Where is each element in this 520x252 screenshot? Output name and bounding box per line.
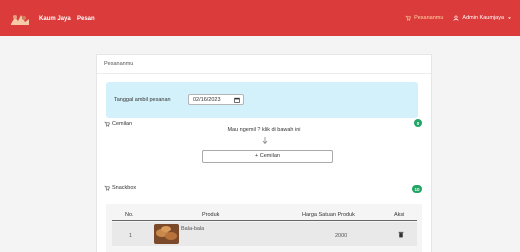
add-cemilan-button[interactable]: + Cemilan bbox=[202, 150, 333, 163]
cemilan-empty-message: Mau ngemil ? klik di bawah ini bbox=[227, 127, 301, 133]
logo-icon[interactable] bbox=[9, 11, 31, 27]
card-header: Pesananmu bbox=[97, 55, 431, 74]
row-price: 2000 bbox=[335, 233, 348, 239]
chevron-down-icon bbox=[508, 17, 511, 19]
row-product: Bala-bala bbox=[181, 226, 205, 232]
pickup-date-value: 02/16/2023 bbox=[193, 97, 221, 103]
col-aksi: Aksi bbox=[394, 212, 405, 218]
cemilan-count-badge: 0 bbox=[414, 119, 422, 127]
snackbox-section-label: Snackbox bbox=[104, 185, 136, 191]
col-produk: Produk bbox=[202, 212, 220, 218]
cart-icon bbox=[104, 185, 110, 191]
pickup-date-panel: Tanggal ambil pesanan 02/16/2023 bbox=[106, 82, 418, 118]
nav-user-menu[interactable]: Admin Kaumjaya bbox=[453, 15, 512, 21]
nav-pesananmu[interactable]: Pesananmu bbox=[405, 15, 443, 21]
top-navbar: Kaum Jaya Pesan Pesananmu Admin Kaumjaya bbox=[0, 0, 520, 36]
pickup-date-input[interactable]: 02/16/2023 bbox=[188, 94, 244, 105]
trash-icon[interactable] bbox=[398, 231, 404, 238]
snackbox-label: Snackbox bbox=[112, 185, 137, 191]
nav-pesananmu-label: Pesananmu bbox=[414, 15, 444, 21]
calendar-icon[interactable] bbox=[234, 97, 240, 103]
nav-user-label: Admin Kaumjaya bbox=[462, 15, 504, 21]
row-no: 1 bbox=[129, 233, 133, 239]
snackbox-table: No. Produk Harga Satuan Produk Aksi 1 Ba… bbox=[106, 204, 422, 252]
table-header: No. Produk Harga Satuan Produk Aksi bbox=[112, 204, 417, 221]
nav-link-pesan[interactable]: Pesan bbox=[77, 16, 95, 22]
arrow-down-icon bbox=[262, 137, 268, 145]
navbar-right: Pesananmu Admin Kaumjaya bbox=[405, 15, 512, 21]
order-card: Pesananmu Tanggal ambil pesanan 02/16/20… bbox=[96, 54, 432, 252]
table-row: 1 Bala-bala 2000 bbox=[112, 222, 417, 246]
brand-name[interactable]: Kaum Jaya bbox=[39, 16, 71, 22]
col-harga: Harga Satuan Produk bbox=[302, 212, 355, 218]
col-no: No. bbox=[125, 212, 134, 218]
product-thumbnail bbox=[154, 224, 179, 244]
snackbox-count-badge: 10 bbox=[412, 185, 422, 193]
cart-icon bbox=[405, 15, 411, 21]
user-icon bbox=[454, 15, 459, 21]
pickup-date-label: Tanggal ambil pesanan bbox=[114, 97, 171, 103]
